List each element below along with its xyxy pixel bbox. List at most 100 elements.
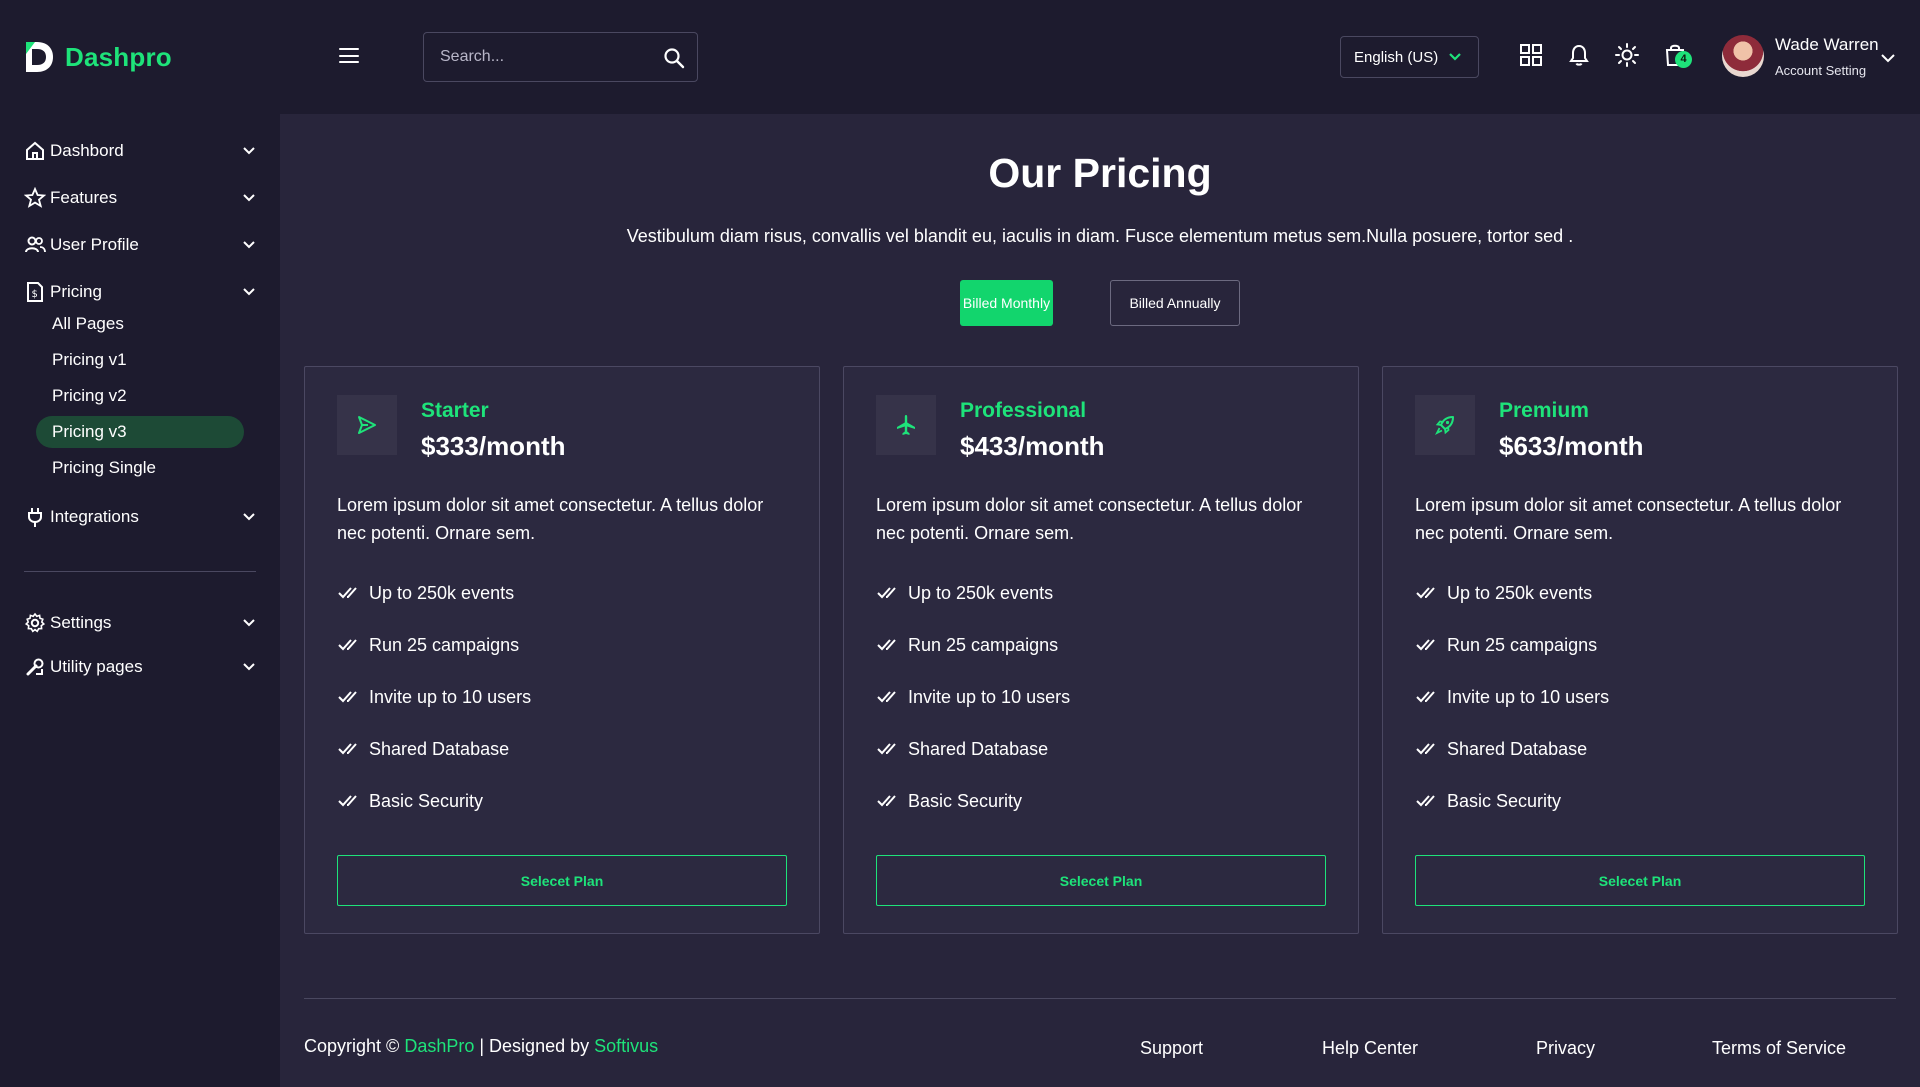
double-check-icon xyxy=(1416,587,1435,599)
logo[interactable]: Dashpro xyxy=(23,38,172,76)
chevron-down-icon xyxy=(243,663,255,671)
hamburger-menu-icon[interactable] xyxy=(339,48,363,68)
plan-description: Lorem ipsum dolor sit amet consectetur. … xyxy=(876,495,1303,543)
footer-link-privacy[interactable]: Privacy xyxy=(1536,1038,1595,1059)
airplane-icon xyxy=(897,415,915,435)
feature-label: Shared Database xyxy=(1447,738,1588,759)
top-header: Dashpro English (US) xyxy=(0,0,1920,114)
user-menu-chevron-icon[interactable] xyxy=(1880,52,1896,64)
bell-icon[interactable] xyxy=(1566,42,1592,68)
send-icon xyxy=(358,416,376,434)
sidebar-item-label: Settings xyxy=(50,613,112,632)
feature-item: Shared Database xyxy=(1415,736,1587,762)
feature-item: Invite up to 10 users xyxy=(876,684,1070,710)
feature-item: Basic Security xyxy=(337,788,483,814)
feature-item: Shared Database xyxy=(337,736,509,762)
plan-price: $633/month xyxy=(1499,431,1644,461)
plug-icon xyxy=(28,508,42,527)
feature-label: Basic Security xyxy=(1447,790,1562,811)
sidebar-subitem-pricing-v2[interactable]: Pricing v2 xyxy=(36,380,244,412)
user-name[interactable]: Wade Warren xyxy=(1775,35,1879,55)
feature-label: Up to 250k events xyxy=(1447,582,1593,603)
feature-item: Basic Security xyxy=(876,788,1022,814)
double-check-icon xyxy=(877,639,896,651)
copyright: Copyright © DashPro | Designed by Softiv… xyxy=(304,1036,658,1057)
copyright-prefix: Copyright © xyxy=(304,1036,400,1056)
sidebar-subitem-all-pages[interactable]: All Pages xyxy=(36,308,244,340)
softivus-link[interactable]: Softivus xyxy=(594,1036,658,1056)
language-label: English (US) xyxy=(1354,48,1439,66)
chevron-down-icon xyxy=(243,147,255,155)
apps-grid-icon[interactable] xyxy=(1518,42,1544,68)
double-check-icon xyxy=(338,587,357,599)
feature-item: Run 25 campaigns xyxy=(876,632,1058,658)
select-plan-button[interactable]: Selecet Plan xyxy=(337,855,787,906)
sidebar-subitem-pricing-v1[interactable]: Pricing v1 xyxy=(36,344,244,376)
sidebar-item-label: Dashbord xyxy=(50,141,124,160)
select-plan-button[interactable]: Selecet Plan xyxy=(876,855,1326,906)
sidebar-item-pricing[interactable]: $ Pricing xyxy=(24,276,256,308)
tools-icon xyxy=(26,658,44,676)
feature-label: Basic Security xyxy=(908,790,1023,811)
feature-label: Run 25 campaigns xyxy=(1447,634,1598,655)
users-icon xyxy=(25,236,46,253)
logo-mark-icon xyxy=(26,42,53,72)
sidebar-subitem-pricing-single[interactable]: Pricing Single xyxy=(36,452,244,484)
main-content: Our Pricing Vestibulum diam risus, conva… xyxy=(280,114,1920,1087)
plan-icon-box xyxy=(876,395,936,455)
avatar[interactable] xyxy=(1722,35,1764,77)
plan-name: Professional xyxy=(960,399,1087,422)
page-title: Our Pricing xyxy=(988,150,1212,196)
dashpro-link[interactable]: DashPro xyxy=(404,1036,474,1056)
plan-icon-box xyxy=(1415,395,1475,455)
sidebar-item-features[interactable]: Features xyxy=(24,182,256,214)
account-setting-link[interactable]: Account Setting xyxy=(1775,63,1866,78)
double-check-icon xyxy=(1416,743,1435,755)
sidebar: Dashbord Features User Profile $ Pricing… xyxy=(0,114,280,1087)
sidebar-item-user-profile[interactable]: User Profile xyxy=(24,229,256,261)
sidebar-item-integrations[interactable]: Integrations xyxy=(24,501,256,533)
double-check-icon xyxy=(338,691,357,703)
feature-label: Up to 250k events xyxy=(908,582,1054,603)
svg-text:$: $ xyxy=(32,289,38,300)
sidebar-item-dashboard[interactable]: Dashbord xyxy=(24,135,256,167)
footer-link-terms[interactable]: Terms of Service xyxy=(1712,1038,1846,1059)
language-select[interactable]: English (US) xyxy=(1340,36,1479,78)
rocket-icon xyxy=(1434,416,1454,436)
plan-price: $433/month xyxy=(960,431,1105,461)
feature-label: Invite up to 10 users xyxy=(908,686,1071,707)
feature-item: Shared Database xyxy=(876,736,1048,762)
footer-link-support[interactable]: Support xyxy=(1140,1038,1203,1059)
feature-label: Shared Database xyxy=(908,738,1049,759)
feature-item: Basic Security xyxy=(1415,788,1561,814)
home-icon xyxy=(26,141,44,160)
plan-description: Lorem ipsum dolor sit amet consectetur. … xyxy=(337,495,764,543)
sidebar-item-label: Integrations xyxy=(50,507,139,526)
sidebar-item-label: Pricing xyxy=(50,282,102,301)
search-input[interactable] xyxy=(424,33,654,81)
pricing-card-premium: Premium $633/month Lorem ipsum dolor sit… xyxy=(1382,366,1898,934)
star-icon xyxy=(24,187,46,208)
plan-name: Premium xyxy=(1499,399,1589,422)
select-plan-button[interactable]: Selecet Plan xyxy=(1415,855,1865,906)
sidebar-item-settings[interactable]: Settings xyxy=(24,607,256,639)
search-icon[interactable] xyxy=(663,47,685,69)
chevron-down-icon xyxy=(243,194,255,202)
billed-monthly-button[interactable]: Billed Monthly xyxy=(960,280,1053,326)
page-subtitle: Vestibulum diam risus, convallis vel bla… xyxy=(626,226,1574,246)
brand-name: Dashpro xyxy=(65,41,172,72)
chevron-down-icon xyxy=(243,619,255,627)
sun-icon[interactable] xyxy=(1614,42,1640,68)
footer-link-help-center[interactable]: Help Center xyxy=(1322,1038,1418,1059)
feature-label: Invite up to 10 users xyxy=(369,686,532,707)
sidebar-item-utility-pages[interactable]: Utility pages xyxy=(24,651,256,683)
sidebar-item-label: User Profile xyxy=(50,235,139,254)
sidebar-subitem-pricing-v3[interactable]: Pricing v3 xyxy=(36,416,244,448)
invoice-icon: $ xyxy=(27,282,43,302)
sidebar-item-label: Features xyxy=(50,188,118,207)
billed-annually-button[interactable]: Billed Annually xyxy=(1110,280,1240,326)
feature-item: Up to 250k events xyxy=(337,580,514,606)
feature-item: Invite up to 10 users xyxy=(1415,684,1609,710)
feature-label: Up to 250k events xyxy=(369,582,515,603)
chevron-down-icon xyxy=(1449,53,1461,61)
